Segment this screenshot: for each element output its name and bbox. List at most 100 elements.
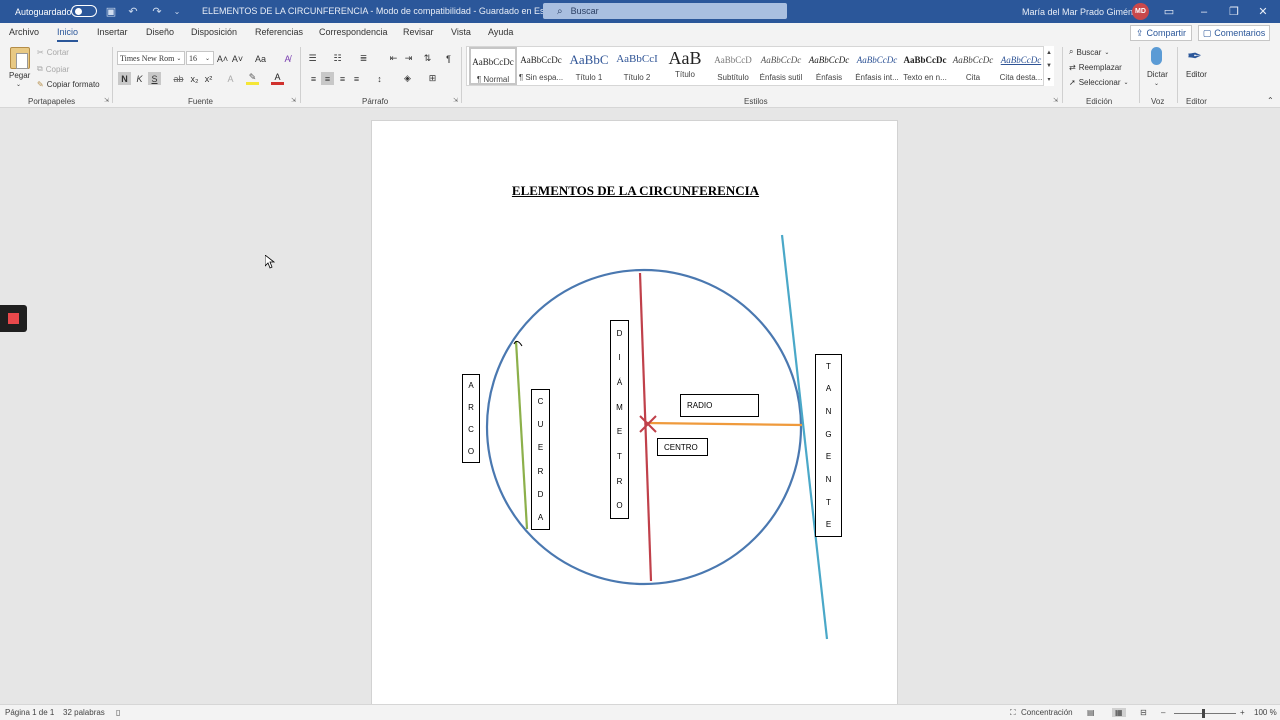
- increase-indent-icon[interactable]: ⇥: [402, 52, 415, 65]
- style-titulo-1[interactable]: AaBbC Título 1: [565, 47, 613, 85]
- clear-format-icon[interactable]: A̸: [281, 52, 294, 65]
- borders-icon[interactable]: ⊞: [426, 72, 439, 85]
- diametro-label-box[interactable]: D I Á M E T R O: [610, 320, 629, 519]
- save-icon[interactable]: ▣: [104, 0, 118, 23]
- tab-revisar[interactable]: Revisar: [403, 27, 434, 37]
- subscript-button[interactable]: x₂: [188, 72, 201, 85]
- align-center-icon[interactable]: ≡: [321, 72, 334, 85]
- chevron-up-icon[interactable]: ▲: [1046, 50, 1052, 56]
- italic-button[interactable]: K: [133, 72, 146, 85]
- radius-line[interactable]: [646, 421, 803, 427]
- arco-label-box[interactable]: A R C O: [462, 374, 480, 463]
- strikethrough-button[interactable]: ab: [172, 72, 185, 85]
- restore-icon[interactable]: ❐: [1227, 0, 1241, 23]
- chord-line[interactable]: [514, 340, 529, 530]
- ribbon-display-icon[interactable]: ▭: [1162, 0, 1176, 23]
- tab-archivo[interactable]: Archivo: [9, 27, 39, 37]
- style-titulo-2[interactable]: AaBbCcI Título 2: [613, 47, 661, 85]
- paste-chevron-icon[interactable]: ⌄: [16, 81, 21, 88]
- customize-qat-icon[interactable]: ⌄: [170, 0, 184, 23]
- radio-label-box[interactable]: RADIO: [680, 394, 759, 417]
- editor-label[interactable]: Editor: [1186, 70, 1207, 79]
- change-case-icon[interactable]: Aa: [254, 52, 267, 65]
- user-name[interactable]: María del Mar Prado Giménez: [1022, 0, 1143, 23]
- tab-vista[interactable]: Vista: [451, 27, 471, 37]
- web-layout-icon[interactable]: ⊟: [1140, 708, 1147, 717]
- document-title[interactable]: ELEMENTOS DE LA CIRCUNFERENCIA - Modo de…: [202, 0, 577, 23]
- zoom-slider[interactable]: [1174, 713, 1236, 714]
- superscript-button[interactable]: x²: [202, 72, 215, 85]
- grow-font-icon[interactable]: A˄: [216, 52, 229, 65]
- find-button[interactable]: ⌕ Buscar ⌄: [1069, 47, 1109, 57]
- close-icon[interactable]: ✕: [1256, 0, 1270, 23]
- paste-label[interactable]: Pegar: [9, 71, 30, 80]
- redo-icon[interactable]: ↷: [150, 0, 164, 23]
- bullets-icon[interactable]: ☰: [306, 52, 319, 65]
- align-left-icon[interactable]: ≡: [307, 72, 320, 85]
- style-texto-negrita[interactable]: AaBbCcDc Texto en n...: [901, 47, 949, 85]
- clipboard-launcher-icon[interactable]: ⇲: [104, 97, 109, 104]
- cut-button[interactable]: ✂ Cortar: [37, 48, 69, 57]
- autosave-toggle[interactable]: [71, 5, 97, 17]
- style-enfasis-sutil[interactable]: AaBbCcDc Énfasis sutil: [757, 47, 805, 85]
- collapse-ribbon-icon[interactable]: ⌃: [1267, 96, 1274, 105]
- style-subtitulo[interactable]: AaBbCcD Subtítulo: [709, 47, 757, 85]
- styles-launcher-icon[interactable]: ⇲: [1053, 97, 1058, 104]
- dictate-chevron-icon[interactable]: ⌄: [1154, 80, 1159, 87]
- numbering-icon[interactable]: ☷: [331, 52, 344, 65]
- read-mode-icon[interactable]: ▤: [1087, 708, 1095, 717]
- focus-icon[interactable]: ⛶: [1010, 708, 1016, 718]
- centro-label-box[interactable]: CENTRO: [657, 438, 708, 456]
- tab-disposicion[interactable]: Disposición: [191, 27, 237, 37]
- avatar[interactable]: MD: [1132, 3, 1149, 20]
- font-size-select[interactable]: 16 ⌄: [186, 51, 214, 65]
- font-color-icon[interactable]: A: [271, 72, 284, 85]
- copy-button[interactable]: ⧉ Copiar: [37, 64, 69, 74]
- show-formatting-icon[interactable]: ¶: [442, 52, 455, 65]
- search-box[interactable]: ⌕ Buscar: [543, 3, 787, 19]
- proofing-icon[interactable]: ▯: [116, 708, 120, 717]
- style-cita-destacada[interactable]: AaBbCcDc Cita desta...: [997, 47, 1045, 85]
- share-button[interactable]: ⇪ Compartir: [1130, 25, 1192, 41]
- styles-scroll[interactable]: ▲ ▼ ▾: [1043, 46, 1054, 86]
- paragraph-launcher-icon[interactable]: ⇲: [453, 97, 458, 104]
- decrease-indent-icon[interactable]: ⇤: [387, 52, 400, 65]
- microphone-icon[interactable]: [1151, 47, 1162, 65]
- style-enfasis[interactable]: AaBbCcDc Énfasis: [805, 47, 853, 85]
- align-right-icon[interactable]: ≡: [336, 72, 349, 85]
- sort-icon[interactable]: ⇅: [421, 52, 434, 65]
- zoom-level[interactable]: 100 %: [1254, 708, 1277, 717]
- more-styles-icon[interactable]: ▾: [1047, 76, 1050, 83]
- font-name-select[interactable]: Times New Rom ⌄: [117, 51, 185, 65]
- select-button[interactable]: ➚ Seleccionar ⌄: [1069, 78, 1129, 87]
- style-cita[interactable]: AaBbCcDc Cita: [949, 47, 997, 85]
- focus-label[interactable]: Concentración: [1021, 708, 1073, 717]
- tab-ayuda[interactable]: Ayuda: [488, 27, 513, 37]
- line-spacing-icon[interactable]: ↕: [373, 72, 386, 85]
- style-enfasis-intenso[interactable]: AaBbCcDc Énfasis int...: [853, 47, 901, 85]
- style-titulo[interactable]: AaB Título: [661, 47, 709, 85]
- stop-recording-icon[interactable]: [0, 305, 27, 332]
- print-layout-icon[interactable]: ▦: [1112, 708, 1126, 717]
- tab-referencias[interactable]: Referencias: [255, 27, 303, 37]
- zoom-in-icon[interactable]: +: [1240, 708, 1245, 717]
- page-count[interactable]: Página 1 de 1: [5, 708, 54, 717]
- multilevel-list-icon[interactable]: ≣: [357, 52, 370, 65]
- minimize-icon[interactable]: –: [1197, 0, 1211, 23]
- document-page[interactable]: ELEMENTOS DE LA CIRCUNFERENCIA A R C O C…: [371, 120, 898, 710]
- highlight-icon[interactable]: ✎: [246, 72, 259, 85]
- word-count[interactable]: 32 palabras: [63, 708, 105, 717]
- zoom-slider-thumb[interactable]: [1202, 709, 1205, 718]
- tab-inicio[interactable]: Inicio: [57, 27, 79, 42]
- style-normal[interactable]: AaBbCcDc ¶ Normal: [469, 47, 517, 85]
- replace-button[interactable]: ⇄ Reemplazar: [1069, 63, 1122, 72]
- zoom-out-icon[interactable]: –: [1161, 708, 1165, 717]
- bold-button[interactable]: N: [118, 72, 131, 85]
- underline-button[interactable]: S: [148, 72, 161, 85]
- tab-correspondencia[interactable]: Correspondencia: [319, 27, 388, 37]
- editor-pen-icon[interactable]: ✒: [1187, 46, 1202, 67]
- font-launcher-icon[interactable]: ⇲: [291, 97, 296, 104]
- justify-icon[interactable]: ≡: [350, 72, 363, 85]
- format-painter-button[interactable]: ✎ Copiar formato: [37, 80, 100, 89]
- chevron-down-icon[interactable]: ▼: [1046, 63, 1052, 69]
